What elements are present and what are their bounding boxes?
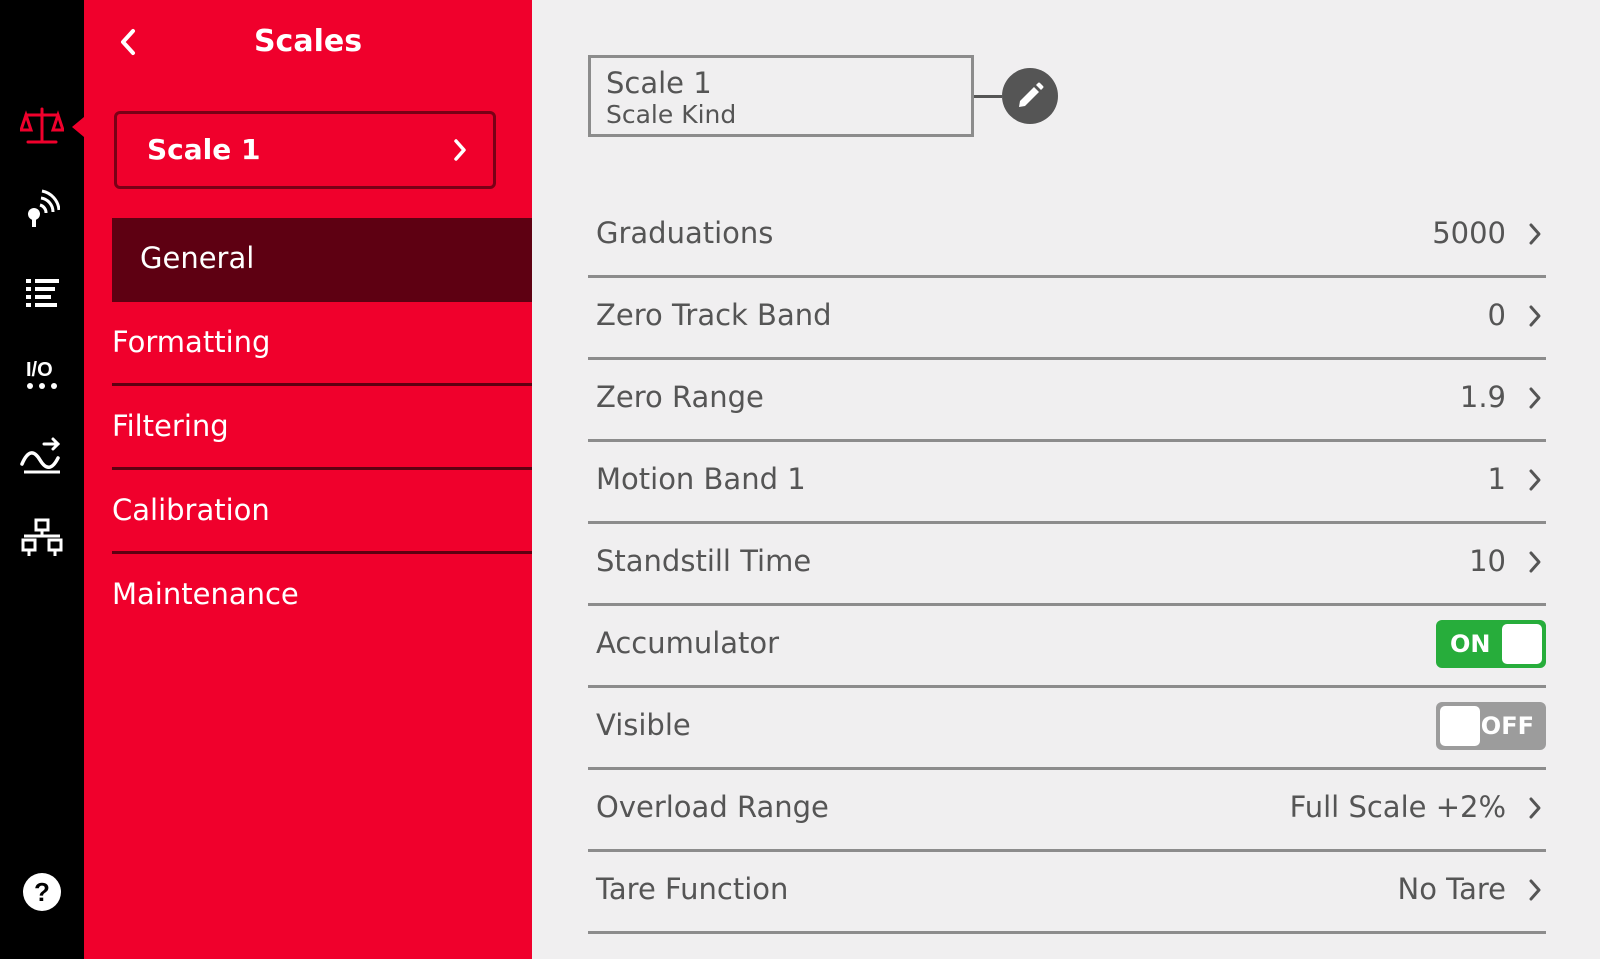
- toggle-state-label: OFF: [1480, 712, 1534, 740]
- scale-name-box: Scale 1 Scale Kind: [588, 55, 974, 137]
- setting-label: Graduations: [596, 216, 774, 250]
- chevron-right-icon: [1529, 879, 1541, 901]
- setting-value: 0: [1487, 298, 1506, 332]
- icon-rail: I/O ?: [0, 0, 84, 959]
- setting-label: Overload Range: [596, 790, 829, 824]
- connector-line: [974, 95, 1002, 98]
- chevron-right-icon: [1529, 551, 1541, 573]
- page-title: Scales: [253, 24, 363, 59]
- setting-value: 1: [1487, 462, 1506, 496]
- nav-item-formatting[interactable]: Formatting: [112, 302, 532, 386]
- setting-row-standstill-time[interactable]: Standstill Time 10: [588, 522, 1546, 606]
- toggle-knob: [1440, 706, 1480, 746]
- setting-row-accumulator: Accumulator ON: [588, 604, 1546, 688]
- chevron-right-icon: [1529, 305, 1541, 327]
- rail-item-list[interactable]: [0, 262, 84, 322]
- nav-item-calibration[interactable]: Calibration: [112, 470, 532, 554]
- nav-header: Scales: [84, 0, 532, 84]
- setting-label: Motion Band 1: [596, 462, 806, 496]
- toggle-knob: [1502, 624, 1542, 664]
- nav-item-label: Calibration: [112, 493, 270, 527]
- setting-label: Zero Range: [596, 380, 764, 414]
- svg-text:I/O: I/O: [26, 359, 53, 381]
- setting-label: Tare Function: [596, 872, 789, 906]
- scale-icon: [20, 107, 64, 144]
- nav-item-label: General: [140, 241, 255, 275]
- setting-row-graduations[interactable]: Graduations 5000: [588, 194, 1546, 278]
- scale-selector[interactable]: Scale 1: [114, 111, 496, 189]
- scale-name: Scale 1: [606, 66, 712, 100]
- rail-item-help[interactable]: ?: [0, 862, 84, 922]
- io-icon: I/O: [26, 359, 57, 389]
- nav-item-label: Formatting: [112, 325, 271, 359]
- setting-label: Zero Track Band: [596, 298, 832, 332]
- chevron-right-icon: [1529, 469, 1541, 491]
- rail-item-io[interactable]: I/O: [0, 344, 84, 404]
- scale-kind: Scale Kind: [606, 100, 737, 129]
- setting-row-tare-function[interactable]: Tare Function No Tare: [588, 850, 1546, 934]
- chevron-right-icon: [1529, 387, 1541, 409]
- network-icon: [21, 518, 63, 556]
- nav-item-label: Filtering: [112, 409, 229, 443]
- nav-item-maintenance[interactable]: Maintenance: [112, 554, 532, 638]
- settings-content: Scale 1 Scale Kind Graduations 5000 Zero…: [532, 0, 1600, 959]
- chevron-left-icon: [121, 29, 135, 55]
- svg-text:?: ?: [34, 877, 50, 907]
- setting-value: 10: [1469, 544, 1506, 578]
- back-button[interactable]: [108, 20, 148, 64]
- help-icon: ?: [23, 873, 61, 911]
- signal-icon: [20, 437, 61, 474]
- rail-item-wireless[interactable]: [0, 178, 84, 238]
- setting-row-visible: Visible OFF: [588, 686, 1546, 770]
- nav-item-general[interactable]: General: [112, 218, 532, 302]
- nav-item-label: Maintenance: [112, 577, 299, 611]
- setting-row-overload-range[interactable]: Overload Range Full Scale +2%: [588, 768, 1546, 852]
- toggle-state-label: ON: [1450, 630, 1491, 658]
- setting-label: Standstill Time: [596, 544, 812, 578]
- scales-nav-panel: Scales Scale 1 General Formatting Filter…: [84, 0, 532, 959]
- setting-value: 1.9: [1459, 380, 1506, 414]
- visible-toggle[interactable]: OFF: [1436, 702, 1546, 750]
- setting-row-zero-track-band[interactable]: Zero Track Band 0: [588, 276, 1546, 360]
- pencil-icon: [1019, 82, 1044, 107]
- setting-value: Full Scale +2%: [1289, 790, 1506, 824]
- rail-item-network[interactable]: [0, 508, 84, 568]
- setting-label: Visible: [596, 708, 691, 742]
- accumulator-toggle[interactable]: ON: [1436, 620, 1546, 668]
- wireless-icon: [28, 189, 60, 227]
- nav-item-filtering[interactable]: Filtering: [112, 386, 532, 470]
- chevron-right-icon: [1529, 223, 1541, 245]
- active-indicator: [72, 117, 84, 137]
- setting-value: No Tare: [1397, 872, 1506, 906]
- chevron-right-icon: [454, 139, 466, 161]
- list-icon: [26, 279, 59, 307]
- setting-row-zero-range[interactable]: Zero Range 1.9: [588, 358, 1546, 442]
- setting-row-motion-band-1[interactable]: Motion Band 1 1: [588, 440, 1546, 524]
- rail-item-signal[interactable]: [0, 426, 84, 486]
- setting-label: Accumulator: [596, 626, 780, 660]
- scale-selector-label: Scale 1: [147, 133, 261, 166]
- setting-value: 5000: [1432, 216, 1506, 250]
- chevron-right-icon: [1529, 797, 1541, 819]
- edit-button[interactable]: [1002, 68, 1058, 124]
